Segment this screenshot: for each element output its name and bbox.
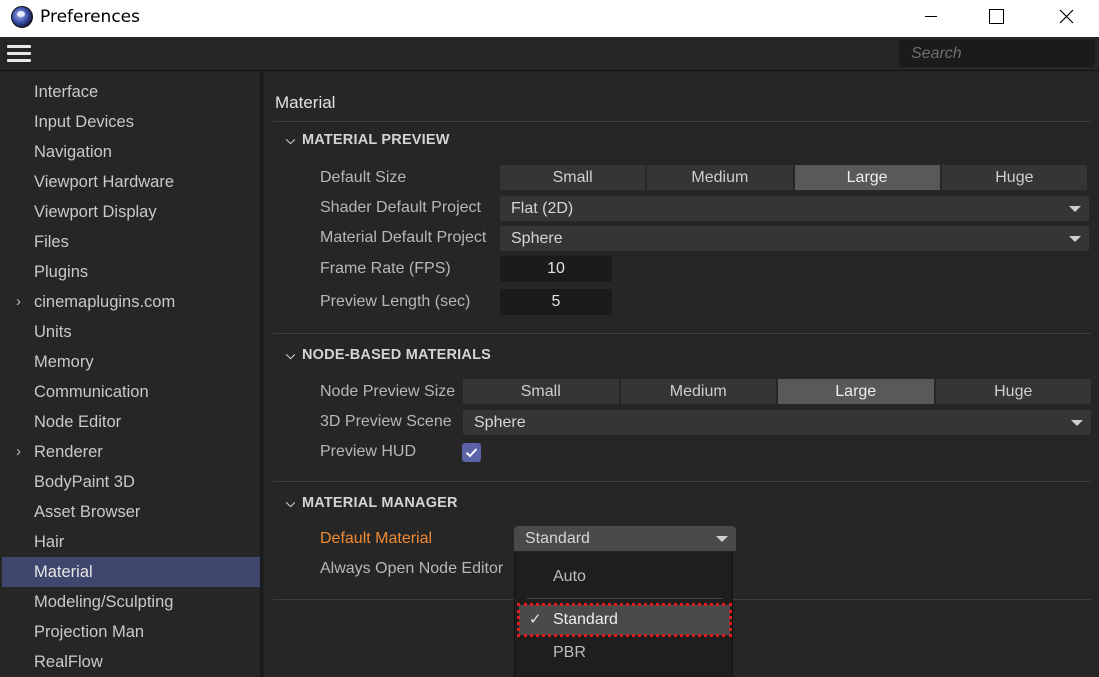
- node-size-small-option[interactable]: Small: [463, 379, 619, 404]
- dropdown-arrow-icon: [1069, 236, 1081, 242]
- sidebar-item-viewport-hardware[interactable]: Viewport Hardware: [2, 167, 260, 197]
- section-material-preview[interactable]: ⌵ MATERIAL PREVIEW: [286, 132, 450, 148]
- default-size-segmented: Small Medium Large Huge: [500, 165, 1087, 190]
- sidebar-item-interface[interactable]: Interface: [2, 77, 260, 107]
- sidebar-item-memory[interactable]: Memory: [2, 347, 260, 377]
- divider: [527, 598, 723, 599]
- toolbar: [0, 37, 1099, 71]
- preview-hud-checkbox[interactable]: [462, 443, 481, 462]
- preview-length-label: Preview Length (sec): [320, 293, 471, 310]
- sidebar-item-communication[interactable]: Communication: [2, 377, 260, 407]
- divider: [273, 121, 1091, 122]
- sidebar-item-node-editor[interactable]: Node Editor: [2, 407, 260, 437]
- frame-rate-label: Frame Rate (FPS): [320, 260, 451, 277]
- sidebar-item-hair[interactable]: Hair: [2, 527, 260, 557]
- checkmark-icon: ✓: [529, 611, 542, 628]
- dropdown-arrow-icon: [1071, 420, 1083, 426]
- node-preview-size-label: Node Preview Size: [320, 383, 456, 400]
- chevron-down-icon[interactable]: ⌵: [286, 133, 302, 148]
- node-size-huge-option[interactable]: Huge: [935, 379, 1091, 404]
- section-material-manager[interactable]: ⌵ MATERIAL MANAGER: [286, 495, 458, 511]
- material-project-dropdown[interactable]: Sphere: [500, 226, 1089, 251]
- chevron-right-icon[interactable]: ›: [16, 287, 21, 317]
- window-title: Preferences: [40, 7, 140, 27]
- sidebar-item-input-devices[interactable]: Input Devices: [2, 107, 260, 137]
- sidebar-item-realflow[interactable]: RealFlow: [2, 647, 260, 677]
- frame-rate-field[interactable]: 10: [500, 256, 612, 282]
- preview-hud-label: Preview HUD: [320, 443, 417, 460]
- sidebar-item-files[interactable]: Files: [2, 227, 260, 257]
- chevron-right-icon[interactable]: ›: [16, 437, 21, 467]
- sidebar-item-plugins[interactable]: Plugins: [2, 257, 260, 287]
- sidebar-item-bodypaint[interactable]: BodyPaint 3D: [2, 467, 260, 497]
- chevron-down-icon[interactable]: ⌵: [286, 496, 302, 511]
- default-size-label: Default Size: [320, 169, 407, 186]
- search-input[interactable]: [899, 40, 1095, 67]
- sidebar-item-material[interactable]: Material: [2, 557, 260, 587]
- divider: [273, 333, 1091, 334]
- dropdown-arrow-icon: [716, 536, 728, 542]
- sidebar-item-navigation[interactable]: Navigation: [2, 137, 260, 167]
- node-editor-label: Always Open Node Editor: [320, 560, 504, 577]
- preview-length-field[interactable]: 5: [500, 289, 612, 315]
- preview-scene-label: 3D Preview Scene: [320, 413, 452, 430]
- close-button[interactable]: [1043, 0, 1089, 32]
- size-medium-option[interactable]: Medium: [647, 165, 793, 190]
- sidebar-item-projection-man[interactable]: Projection Man: [2, 617, 260, 647]
- material-project-label: Material Default Project: [320, 229, 487, 246]
- sidebar-item-renderer[interactable]: › Renderer: [2, 437, 260, 467]
- section-node-materials[interactable]: ⌵ NODE-BASED MATERIALS: [286, 347, 491, 363]
- size-large-option[interactable]: Large: [794, 165, 940, 190]
- minimize-button[interactable]: [908, 0, 954, 32]
- sidebar-item-units[interactable]: Units: [2, 317, 260, 347]
- sidebar-item-viewport-display[interactable]: Viewport Display: [2, 197, 260, 227]
- dropdown-arrow-icon: [1069, 206, 1081, 212]
- close-icon: [1059, 9, 1073, 23]
- option-pbr[interactable]: PBR: [515, 638, 734, 668]
- size-small-option[interactable]: Small: [500, 165, 646, 190]
- shader-project-label: Shader Default Project: [320, 199, 481, 216]
- node-size-large-option[interactable]: Large: [778, 379, 934, 404]
- option-auto[interactable]: Auto: [515, 562, 734, 592]
- preview-scene-dropdown[interactable]: Sphere: [463, 410, 1091, 435]
- cinema4d-logo-icon: [11, 6, 33, 28]
- sidebar-item-cinemaplugins[interactable]: › cinemaplugins.com: [2, 287, 260, 317]
- sidebar-item-modeling-sculpting[interactable]: Modeling/Sculpting: [2, 587, 260, 617]
- size-huge-option[interactable]: Huge: [941, 165, 1087, 190]
- page-title: Material: [275, 93, 336, 112]
- divider: [273, 481, 1091, 482]
- option-standard[interactable]: ✓ Standard: [517, 603, 732, 637]
- default-material-dropdown[interactable]: Standard: [514, 526, 736, 551]
- sidebar-item-asset-browser[interactable]: Asset Browser: [2, 497, 260, 527]
- default-material-label: Default Material: [320, 530, 433, 547]
- sidebar: Interface Input Devices Navigation Viewp…: [0, 71, 262, 677]
- chevron-down-icon[interactable]: ⌵: [286, 348, 302, 363]
- maximize-button[interactable]: [973, 0, 1019, 32]
- hamburger-menu-icon[interactable]: [7, 45, 31, 63]
- node-preview-size-segmented: Small Medium Large Huge: [463, 379, 1091, 404]
- checkmark-icon: [465, 448, 478, 458]
- default-material-popup: Auto ✓ Standard PBR: [514, 552, 733, 677]
- title-bar: Preferences: [0, 0, 1099, 37]
- shader-project-dropdown[interactable]: Flat (2D): [500, 196, 1089, 221]
- node-size-medium-option[interactable]: Medium: [620, 379, 776, 404]
